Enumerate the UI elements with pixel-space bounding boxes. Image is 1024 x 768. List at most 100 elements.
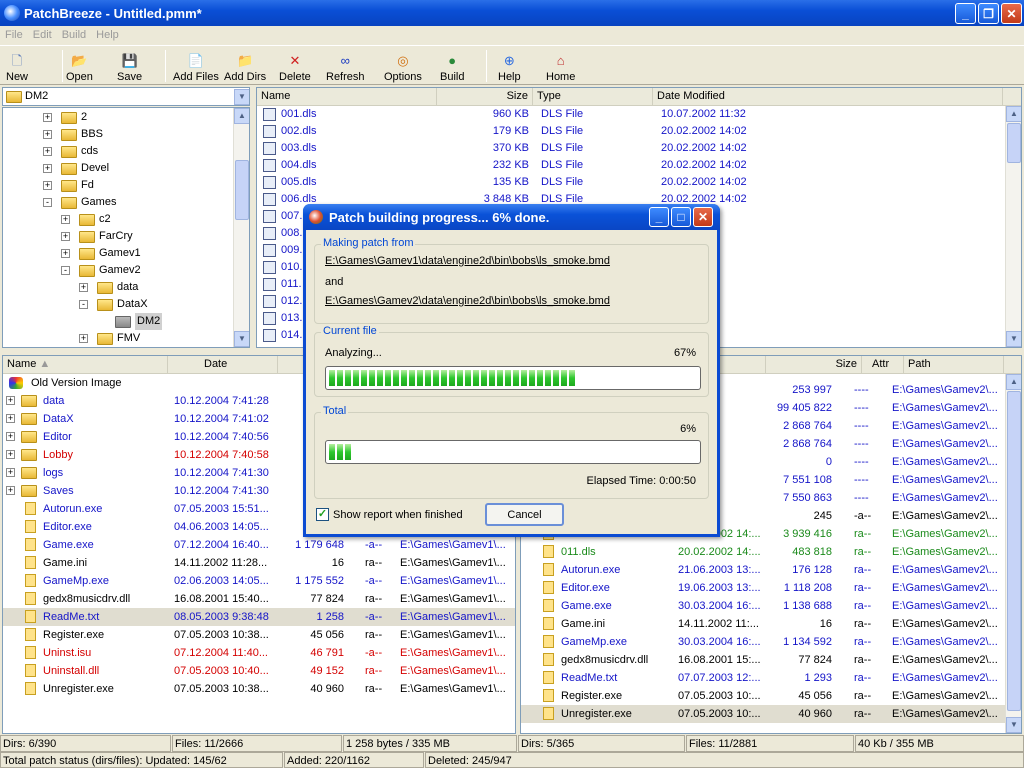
old-file-row[interactable]: ReadMe.txt 08.05.2003 9:38:48 1 258 -a-- E:\… [3,608,515,626]
window-title-bar[interactable]: PatchBreeze - Untitled.pmm* _ ❐ ✕ [0,0,1024,26]
file-row[interactable]: 001.dls 960 KB DLS File 10.07.2002 11:32 [257,106,1021,123]
expand-plus-icon[interactable]: + [6,432,15,441]
cancel-button[interactable]: Cancel [485,503,564,526]
show-report-checkbox-row[interactable]: ✓ Show report when finished [316,508,463,521]
directory-combo[interactable]: DM2 ▼ [2,87,250,106]
new-file-row[interactable]: Unregister.exe 07.05.2003 10:... 40 960 ra-… [521,705,1005,723]
old-file-row[interactable]: gedx8musicdrv.dll 16.08.2001 15:40... 77 8… [3,590,515,608]
old-file-row[interactable]: Unregister.exe 07.05.2003 10:38... 40 960 r… [3,680,515,698]
collapse-minus-icon[interactable]: - [43,198,52,207]
dialog-minimize-button[interactable]: _ [649,207,669,227]
expand-plus-icon[interactable]: + [6,450,15,459]
expand-plus-icon[interactable]: + [43,181,52,190]
column-path[interactable]: Path [904,356,1004,373]
old-file-row[interactable]: Uninst.isu 07.12.2004 11:40... 46 791 -a-- E… [3,644,515,662]
toolbar-label: Add Files [173,71,219,83]
file-row[interactable]: 004.dls 232 KB DLS File 20.02.2002 14:02 [257,157,1021,174]
add-dirs-button[interactable]: 📁 Add Dirs [224,49,266,84]
tree-node[interactable]: - DataX [3,296,249,313]
new-file-row[interactable]: gedx8musicdrv.dll 16.08.2001 15:... 77 824… [521,651,1005,669]
save-button[interactable]: 💾 Save [117,49,142,84]
menu-edit[interactable]: Edit [28,29,57,41]
new-version-scrollbar[interactable]: ▲ ▼ [1005,374,1021,733]
menu-help[interactable]: Help [91,29,124,41]
file-row[interactable]: 003.dls 370 KB DLS File 20.02.2002 14:02 [257,140,1021,157]
old-file-row[interactable]: Game.ini 14.11.2002 11:28... 16 ra-- E:\Game… [3,554,515,572]
expand-plus-icon[interactable]: + [43,113,52,122]
chevron-down-icon[interactable]: ▼ [234,89,249,105]
old-file-row[interactable]: Uninstall.dll 07.05.2003 10:40... 49 152 ra… [3,662,515,680]
new-file-row[interactable]: Game.ini 14.11.2002 11:... 16 ra-- E:\Games\… [521,615,1005,633]
tree-node[interactable]: + data [3,279,249,296]
file-row[interactable]: 002.dls 179 KB DLS File 20.02.2002 14:02 [257,123,1021,140]
menu-build[interactable]: Build [57,29,91,41]
tree-node[interactable]: +2 [3,109,249,126]
tree-node[interactable]: + Gamev1 [3,245,249,262]
expand-plus-icon[interactable]: + [6,468,15,477]
dialog-title-bar[interactable]: Patch building progress... 6% done. _ □ … [303,204,720,230]
delete-button[interactable]: ✕ Delete [279,49,311,84]
new-file-row[interactable]: Register.exe 07.05.2003 10:... 45 056 ra-- E… [521,687,1005,705]
tree-node[interactable]: + c2 [3,211,249,228]
column-size[interactable]: Size [437,88,533,105]
scroll-down-icon[interactable]: ▼ [1006,717,1021,733]
collapse-minus-icon[interactable]: - [61,266,70,275]
new-file-row[interactable]: Autorun.exe 21.06.2003 13:... 176 128 ra-- E… [521,561,1005,579]
minimize-button[interactable]: _ [955,3,976,24]
new-file-row[interactable]: Game.exe 30.03.2004 16:... 1 138 688 ra-- E:… [521,597,1005,615]
menu-file[interactable]: File [0,29,28,41]
scroll-thumb[interactable] [1007,391,1021,711]
new-file-row[interactable]: 011.dls 20.02.2002 14:... 483 818 ra-- E:\Ga… [521,543,1005,561]
old-file-row[interactable]: Game.exe 07.12.2004 16:40... 1 179 648 -a--… [3,536,515,554]
show-report-checkbox[interactable]: ✓ [316,508,329,521]
tree-node[interactable]: + FMV [3,330,249,347]
open-button[interactable]: 📂 Open [66,49,93,84]
help-button[interactable]: ⊕ Help [498,49,521,84]
tree-node[interactable]: - Gamev2 [3,262,249,279]
home-button[interactable]: ⌂ Home [546,49,575,84]
expand-plus-icon[interactable]: + [6,396,15,405]
close-button[interactable]: ✕ [1001,3,1022,24]
tree-node[interactable]: + BBS [3,126,249,143]
build-button[interactable]: ● Build [440,49,464,84]
options-button[interactable]: ◎ Options [384,49,422,84]
tree-node[interactable]: + Devel [3,160,249,177]
tree-node[interactable]: + cds [3,143,249,160]
new-file-row[interactable]: ReadMe.txt 07.07.2003 12:... 1 293 ra-- E:\G… [521,669,1005,687]
column-name[interactable]: Name ▲ [3,356,168,373]
tree-node[interactable]: DM2 [3,313,249,330]
progress-segment [345,444,351,460]
column-type[interactable]: Type [533,88,653,105]
expand-plus-icon[interactable]: + [43,147,52,156]
dialog-maximize-button[interactable]: □ [671,207,691,227]
expand-plus-icon[interactable]: + [43,130,52,139]
expand-plus-icon[interactable]: + [6,414,15,423]
expand-plus-icon[interactable]: + [6,486,15,495]
tree-node[interactable]: + Fd [3,177,249,194]
column-attr[interactable]: Attr [862,356,904,373]
expand-plus-icon[interactable]: + [43,164,52,173]
column-name[interactable]: Name [257,88,437,105]
scroll-up-icon[interactable]: ▲ [1006,374,1021,390]
add-files-button[interactable]: 📄 Add Files [173,49,219,84]
file-row[interactable]: 005.dls 135 KB DLS File 20.02.2002 14:02 [257,174,1021,191]
expand-plus-icon[interactable]: + [79,283,88,292]
expand-plus-icon[interactable]: + [79,334,88,343]
refresh-button[interactable]: ∞ Refresh [326,49,365,84]
column-date[interactable]: Date [168,356,278,373]
new-file-row[interactable]: Editor.exe 19.06.2003 13:... 1 118 208 ra--… [521,579,1005,597]
collapse-minus-icon[interactable]: - [79,300,88,309]
tree-node[interactable]: + FarCry [3,228,249,245]
dialog-close-button[interactable]: ✕ [693,207,713,227]
old-file-row[interactable]: GameMp.exe 02.06.2003 14:05... 1 175 552 -a… [3,572,515,590]
expand-plus-icon[interactable]: + [61,249,70,258]
maximize-button[interactable]: ❐ [978,3,999,24]
expand-plus-icon[interactable]: + [61,232,70,241]
column-size[interactable]: Size [766,356,862,373]
expand-plus-icon[interactable]: + [61,215,70,224]
new-button[interactable]: 🗋 New [6,49,28,84]
old-file-row[interactable]: Register.exe 07.05.2003 10:38... 45 056 ra-… [3,626,515,644]
new-file-row[interactable]: GameMp.exe 30.03.2004 16:... 1 134 592 ra--… [521,633,1005,651]
column-date-modified[interactable]: Date Modified [653,88,1003,105]
tree-node[interactable]: - Games [3,194,249,211]
